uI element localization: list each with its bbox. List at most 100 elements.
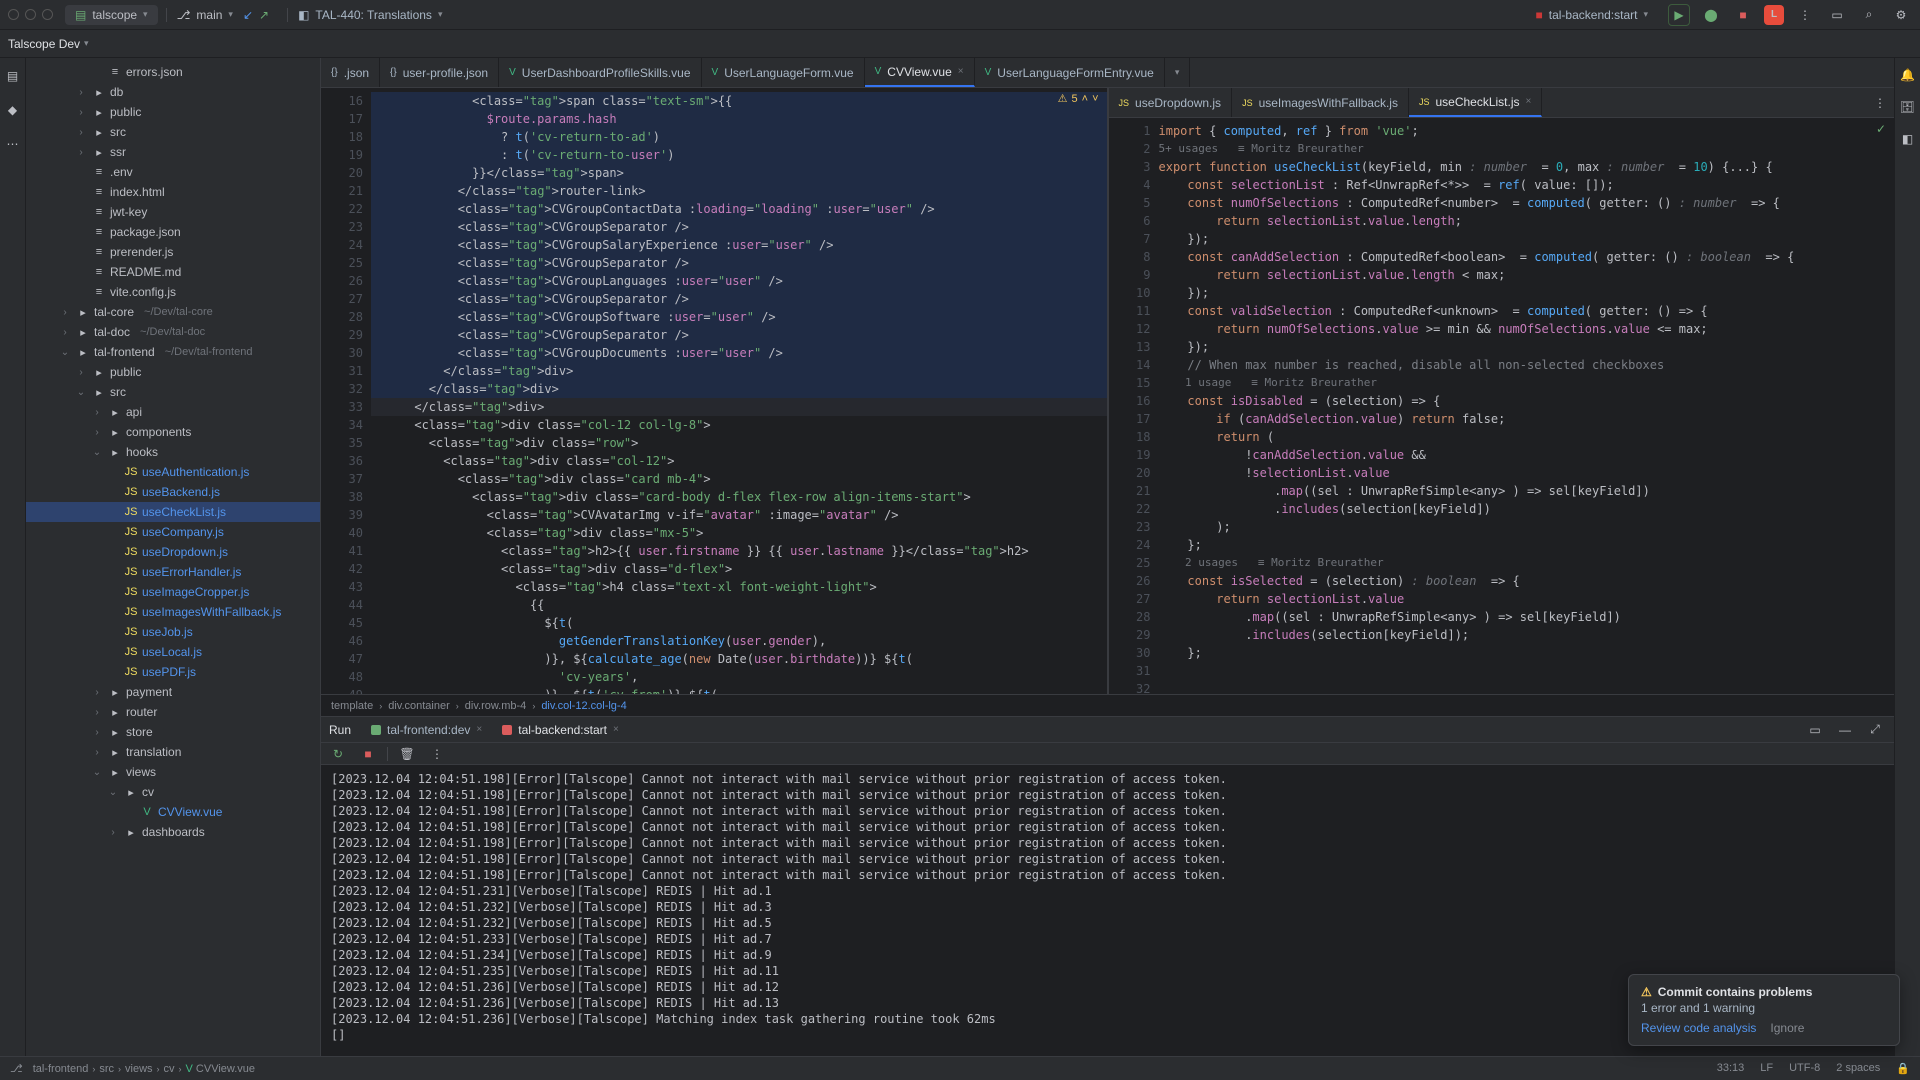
editor-tab[interactable]: JSuseDropdown.js — [1109, 88, 1233, 117]
chevron-down-icon[interactable]: ▾ — [84, 38, 89, 49]
tree-file[interactable]: JSuseErrorHandler.js — [26, 562, 320, 582]
settings-icon[interactable]: ⚙ — [1890, 4, 1912, 26]
check-icon[interactable]: ✓ — [1876, 122, 1886, 136]
min-dot[interactable] — [25, 9, 36, 20]
line-ending[interactable]: LF — [1760, 1062, 1773, 1075]
vcs-push-icon[interactable]: ↗ — [259, 8, 269, 22]
editor-tab[interactable]: VCVView.vue× — [865, 58, 975, 87]
project-selector[interactable]: ▤ talscope ▾ — [65, 5, 158, 25]
branch-selector[interactable]: ⎇ main ▾ ↙ ↗ — [167, 5, 280, 25]
editor-tab[interactable]: VUserDashboardProfileSkills.vue — [499, 58, 701, 87]
indent[interactable]: 2 spaces — [1836, 1062, 1880, 1075]
tree-file[interactable]: ≡vite.config.js — [26, 282, 320, 302]
close-icon[interactable]: × — [476, 724, 482, 735]
tree-file[interactable]: JSuseLocal.js — [26, 642, 320, 662]
ignore-link[interactable]: Ignore — [1770, 1021, 1804, 1035]
project-tool-icon[interactable]: ▤ — [1, 64, 25, 88]
path-crumb[interactable]: views — [125, 1063, 153, 1075]
clear-icon[interactable]: 🗑 — [396, 743, 418, 765]
tree-file[interactable]: ≡.env — [26, 162, 320, 182]
window-controls[interactable] — [8, 9, 53, 20]
tree-file[interactable]: ≡errors.json — [26, 62, 320, 82]
database-icon[interactable]: 🗄 — [1897, 96, 1919, 118]
tree-folder[interactable]: ›▸store — [26, 722, 320, 742]
tree-folder[interactable]: ›▸dashboards — [26, 822, 320, 842]
breadcrumb-item[interactable]: div.container — [388, 700, 450, 712]
tab-actions[interactable]: ⋮ — [1866, 88, 1894, 117]
run-button[interactable]: ▶ — [1668, 4, 1690, 26]
caret-position[interactable]: 33:13 — [1717, 1062, 1745, 1075]
debug-button[interactable]: ⬤ — [1700, 4, 1722, 26]
tree-folder[interactable]: ›▸payment — [26, 682, 320, 702]
tree-file[interactable]: JSuseDropdown.js — [26, 542, 320, 562]
editor-tab[interactable]: VUserLanguageFormEntry.vue — [975, 58, 1165, 87]
tree-folder[interactable]: ›▸src — [26, 122, 320, 142]
tab-overflow[interactable]: ▾ — [1165, 58, 1191, 87]
tree-file[interactable]: JSuseImageCropper.js — [26, 582, 320, 602]
editor-tab[interactable]: {}.json — [321, 58, 380, 87]
tree-file[interactable]: JSuseCheckList.js — [26, 502, 320, 522]
more-icon[interactable]: ⋮ — [1874, 96, 1886, 110]
up-icon[interactable]: ˄ — [1082, 93, 1088, 105]
tree-folder[interactable]: ›▸api — [26, 402, 320, 422]
more-icon[interactable]: ⋮ — [1794, 4, 1816, 26]
down-icon[interactable]: ˅ — [1092, 93, 1098, 105]
task-tab[interactable]: ◧ TAL-440: Translations ▾ — [288, 5, 452, 25]
search-icon[interactable]: ⌕ — [1858, 4, 1880, 26]
file-path-crumbs[interactable]: tal-frontend › src › views › cv › V CVVi… — [33, 1063, 255, 1075]
tree-folder[interactable]: ›▸tal-doc~/Dev/tal-doc — [26, 322, 320, 342]
notifications-icon[interactable]: 🔔 — [1897, 64, 1919, 86]
max-dot[interactable] — [42, 9, 53, 20]
editor-pane-right[interactable]: ✓ 12345678910111213141516171819202122232… — [1109, 118, 1895, 694]
editor-pane-left[interactable]: ⚠ 5 ˄ ˅ 16171819202122232425262728293031… — [321, 88, 1108, 694]
path-crumb[interactable]: src — [99, 1063, 114, 1075]
tree-file[interactable]: JSuseImagesWithFallback.js — [26, 602, 320, 622]
tree-folder[interactable]: ›▸translation — [26, 742, 320, 762]
gutter[interactable]: 1234567891011121314151617181920212223242… — [1109, 118, 1159, 694]
tree-file[interactable]: ≡package.json — [26, 222, 320, 242]
run-tab[interactable]: tal-frontend:dev× — [363, 721, 490, 739]
readonly-icon[interactable]: 🔒 — [1896, 1062, 1910, 1075]
tree-folder[interactable]: ⌄▸hooks — [26, 442, 320, 462]
more-run-icon[interactable]: ⋮ — [426, 743, 448, 765]
minimize-icon[interactable]: — — [1834, 719, 1856, 741]
editor-tab[interactable]: JSuseCheckList.js× — [1409, 88, 1542, 117]
run-tab[interactable]: tal-backend:start× — [494, 721, 627, 739]
breadcrumb-item[interactable]: div.col-12.col-lg-4 — [541, 700, 626, 712]
tree-file[interactable]: ≡prerender.js — [26, 242, 320, 262]
tree-file[interactable]: JSuseBackend.js — [26, 482, 320, 502]
run-config-selector[interactable]: ■ tal-backend:start ▾ — [1526, 5, 1659, 25]
commit-tool-icon[interactable]: ◆ — [1, 98, 25, 122]
code-view[interactable]: <class="tag">span class="text-sm">{{ $ro… — [371, 88, 1107, 694]
tree-folder[interactable]: ›▸components — [26, 422, 320, 442]
tree-file[interactable]: ≡README.md — [26, 262, 320, 282]
hide-icon[interactable]: ⤢ — [1864, 719, 1886, 741]
tree-folder[interactable]: ⌄▸views — [26, 762, 320, 782]
tree-folder[interactable]: ›▸router — [26, 702, 320, 722]
tree-file[interactable]: JSusePDF.js — [26, 662, 320, 682]
editor-tab[interactable]: {}user-profile.json — [380, 58, 499, 87]
breadcrumb-item[interactable]: template — [331, 700, 373, 712]
tree-file[interactable]: VCVView.vue — [26, 802, 320, 822]
path-crumb[interactable]: tal-frontend — [33, 1063, 89, 1075]
gradle-icon[interactable]: ◧ — [1897, 128, 1919, 150]
tree-file[interactable]: ≡index.html — [26, 182, 320, 202]
close-dot[interactable] — [8, 9, 19, 20]
rerun-icon[interactable]: ↻ — [327, 743, 349, 765]
close-icon[interactable]: × — [1526, 96, 1532, 107]
cwm-avatar[interactable]: L — [1764, 5, 1784, 25]
close-icon[interactable]: × — [958, 66, 964, 77]
structure-tool-icon[interactable]: ⋯ — [1, 132, 25, 156]
tree-folder[interactable]: ›▸public — [26, 362, 320, 382]
tree-folder[interactable]: ›▸public — [26, 102, 320, 122]
path-crumb[interactable]: cv — [164, 1063, 175, 1075]
tree-folder[interactable]: ›▸db — [26, 82, 320, 102]
breadcrumb-item[interactable]: div.row.mb-4 — [465, 700, 527, 712]
editor-breadcrumbs[interactable]: template › div.container › div.row.mb-4 … — [321, 694, 1894, 716]
editor-tab[interactable]: VUserLanguageForm.vue — [702, 58, 865, 87]
review-link[interactable]: Review code analysis — [1641, 1021, 1756, 1035]
encoding[interactable]: UTF-8 — [1789, 1062, 1820, 1075]
tree-file[interactable]: ≡jwt-key — [26, 202, 320, 222]
tree-folder[interactable]: ⌄▸cv — [26, 782, 320, 802]
notification-balloon[interactable]: ⚠ Commit contains problems 1 error and 1… — [1628, 974, 1900, 1046]
